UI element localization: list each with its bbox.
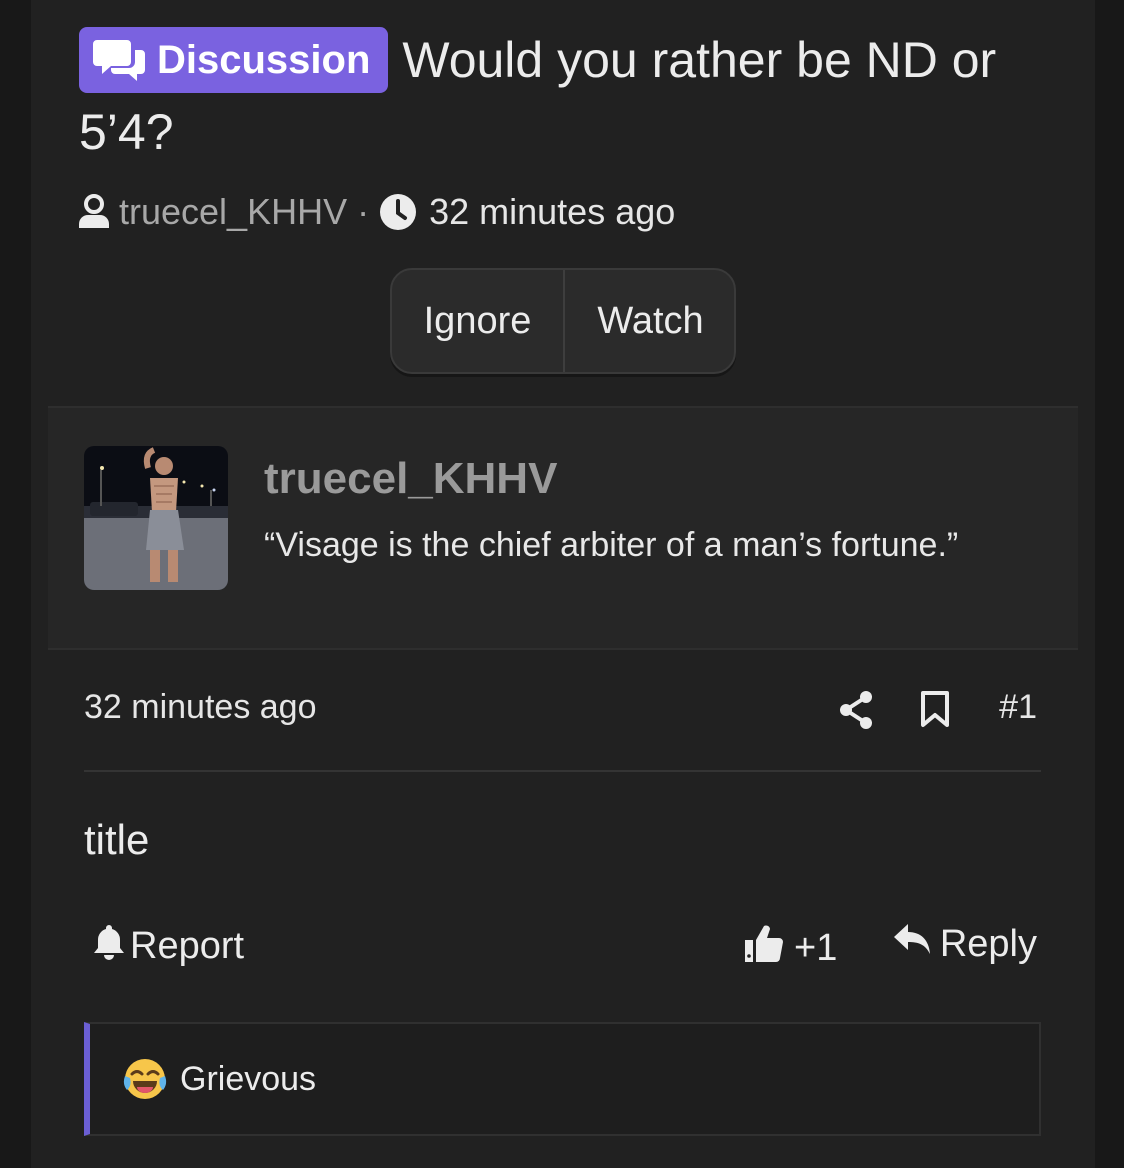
user-signature: “Visage is the chief arbiter of a man’s …	[264, 526, 959, 564]
thread-action-buttons: Ignore Watch	[390, 268, 736, 374]
thumbs-up-icon	[744, 922, 794, 974]
reply-icon	[892, 922, 940, 966]
ignore-button[interactable]: Ignore	[392, 270, 565, 372]
laughing-crying-emoji-icon	[122, 1056, 168, 1102]
post-actions-row: Report +1 Reply	[84, 922, 1041, 978]
watch-button[interactable]: Watch	[565, 270, 736, 372]
post-user-block: truecel_KHHV “Visage is the chief arbite…	[48, 406, 1078, 650]
thread-author-link[interactable]: truecel_KHHV	[119, 191, 347, 233]
bell-icon	[92, 922, 130, 970]
thread-time-link[interactable]: 32 minutes ago	[429, 191, 675, 233]
post-meta-row: 32 minutes ago #1	[84, 688, 1041, 772]
thread-title: Discussion Would you rather be ND or 5’4…	[79, 24, 1039, 168]
post-username-link[interactable]: truecel_KHHV	[264, 454, 557, 504]
like-button[interactable]: +1	[744, 922, 837, 974]
post-number-link[interactable]: #1	[999, 688, 1037, 727]
thread-meta: truecel_KHHV · 32 minutes ago	[77, 188, 675, 236]
avatar[interactable]	[84, 446, 228, 590]
discussion-prefix-badge[interactable]: Discussion	[79, 27, 389, 93]
user-icon	[77, 194, 111, 230]
report-label: Report	[130, 924, 245, 967]
post-time-link[interactable]: 32 minutes ago	[84, 688, 317, 727]
reply-button[interactable]: Reply	[892, 922, 1037, 966]
bookmark-icon[interactable]	[920, 690, 950, 733]
like-count: +1	[794, 926, 838, 969]
prefix-label-text: Discussion	[157, 38, 371, 82]
report-button[interactable]: Report	[92, 922, 244, 970]
meta-separator: ·	[357, 191, 370, 232]
clock-icon	[379, 193, 417, 231]
comments-icon	[93, 38, 147, 82]
reactions-bar[interactable]: Grievous	[84, 1022, 1041, 1136]
share-icon[interactable]	[838, 690, 874, 735]
reaction-label: Grievous	[180, 1059, 317, 1098]
post-body-text: title	[84, 816, 150, 863]
reply-label: Reply	[939, 922, 1037, 965]
thread-page: Discussion Would you rather be ND or 5’4…	[31, 0, 1095, 1168]
